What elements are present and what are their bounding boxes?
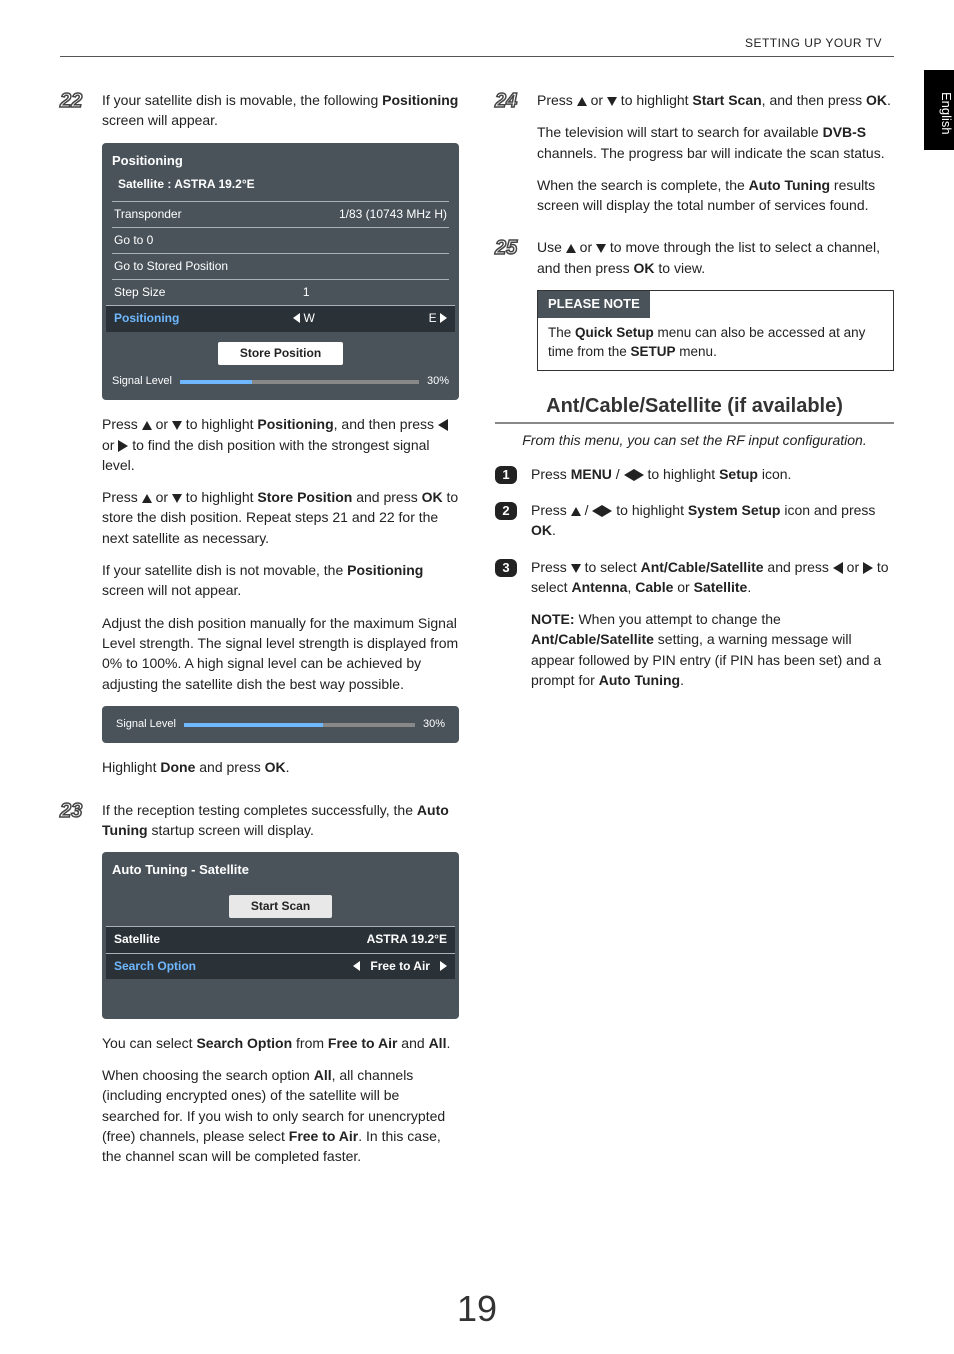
page-content: 22 If your satellite dish is movable, th… [60, 90, 894, 1274]
step22-intro: If your satellite dish is movable, the f… [102, 90, 459, 131]
step22-p1: Press or to highlight Positioning, and t… [102, 414, 459, 475]
step24-p2: The television will start to search for … [537, 122, 894, 163]
page-number: 19 [0, 1288, 954, 1330]
language-tab: English [924, 70, 954, 150]
signal-bar-panel: Signal Level 30% [102, 706, 459, 744]
substep-1: 1 Press MENU / to highlight Setup icon. [495, 464, 894, 484]
down-icon [172, 421, 182, 430]
step-23: 23 If the reception testing completes su… [60, 800, 459, 1179]
bullet-1: 1 [495, 466, 517, 484]
arrow-left-icon [353, 961, 360, 971]
step22-p2: Press or to highlight Store Position and… [102, 487, 459, 548]
right-icon [118, 440, 128, 452]
row-positioning[interactable]: Positioning W E [106, 305, 455, 331]
substep1-body: Press MENU / to highlight Setup icon. [531, 464, 894, 484]
header-rule [60, 56, 894, 57]
panel-title: Auto Tuning - Satellite [112, 860, 449, 881]
row-stored: Go to Stored Position [112, 253, 449, 279]
arrow-right-icon [440, 961, 447, 971]
step-number-23: 23 [60, 800, 90, 1179]
substep-2: 2 Press / to highlight System Setup icon… [495, 500, 894, 541]
step-number-24: 24 [495, 90, 525, 227]
step23-p2: You can select Search Option from Free t… [102, 1033, 459, 1053]
left-column: 22 If your satellite dish is movable, th… [60, 90, 459, 1274]
step22-p4: Adjust the dish position manually for th… [102, 613, 459, 694]
step22-p3: If your satellite dish is not movable, t… [102, 560, 459, 601]
start-scan-button[interactable]: Start Scan [229, 895, 332, 918]
step-25: 25 Use or to move through the list to se… [495, 237, 894, 370]
down-icon [596, 244, 606, 253]
right-icon [602, 505, 612, 517]
step-number-25: 25 [495, 237, 525, 370]
bullet-3: 3 [495, 559, 517, 577]
auto-tuning-panel: Auto Tuning - Satellite Start Scan Satel… [102, 852, 459, 1018]
row-satellite: Satellite ASTRA 19.2°E [106, 926, 455, 952]
please-note-box: PLEASE NOTE The Quick Setup menu can als… [537, 290, 894, 371]
step23-p3: When choosing the search option All, all… [102, 1065, 459, 1166]
section-caption: From this menu, you can set the RF input… [495, 432, 894, 448]
step-24: 24 Press or to highlight Start Scan, and… [495, 90, 894, 227]
substep3-note: NOTE: When you attempt to change the Ant… [531, 609, 894, 690]
store-position-button[interactable]: Store Position [218, 342, 343, 365]
up-icon [142, 494, 152, 503]
down-icon [172, 494, 182, 503]
note-heading: PLEASE NOTE [538, 291, 650, 318]
panel-title: Positioning [112, 151, 449, 172]
note-body: The Quick Setup menu can also be accesse… [538, 318, 893, 370]
right-icon [863, 562, 873, 574]
substep3-p1: Press to select Ant/Cable/Satellite and … [531, 557, 894, 598]
right-icon [634, 469, 644, 481]
arrow-right-icon [440, 313, 447, 323]
down-icon [571, 564, 581, 573]
arrow-left-icon [293, 313, 300, 323]
up-icon [571, 507, 581, 516]
signal-level-row: Signal Level 30% [112, 373, 449, 391]
left-icon [438, 419, 448, 431]
left-icon [592, 505, 602, 517]
up-icon [577, 97, 587, 106]
row-stepsize: Step Size 1 [112, 279, 449, 305]
right-column: 24 Press or to highlight Start Scan, and… [495, 90, 894, 1274]
down-icon [607, 97, 617, 106]
row-transponder: Transponder 1/83 (10743 MHz H) [112, 201, 449, 227]
step23-p1: If the reception testing completes succe… [102, 800, 459, 841]
left-icon [624, 469, 634, 481]
step-number-22: 22 [60, 90, 90, 790]
step24-p3: When the search is complete, the Auto Tu… [537, 175, 894, 216]
positioning-panel: Positioning Satellite : ASTRA 19.2°E Tra… [102, 143, 459, 401]
substep2-body: Press / to highlight System Setup icon a… [531, 500, 894, 541]
up-icon [142, 421, 152, 430]
step22-p5: Highlight Done and press OK. [102, 757, 459, 777]
panel-subtitle: Satellite : ASTRA 19.2°E [118, 175, 449, 194]
bullet-2: 2 [495, 502, 517, 520]
header-section: SETTING UP YOUR TV [745, 36, 882, 50]
substep-3: 3 Press to select Ant/Cable/Satellite an… [495, 557, 894, 703]
step-22: 22 If your satellite dish is movable, th… [60, 90, 459, 790]
section-heading: Ant/Cable/Satellite (if available) [495, 395, 894, 424]
step24-p1: Press or to highlight Start Scan, and th… [537, 90, 894, 110]
left-icon [833, 562, 843, 574]
row-goto0: Go to 0 [112, 227, 449, 253]
up-icon [566, 244, 576, 253]
row-search-option[interactable]: Search Option Free to Air [106, 953, 455, 979]
step25-p1: Use or to move through the list to selec… [537, 237, 894, 278]
